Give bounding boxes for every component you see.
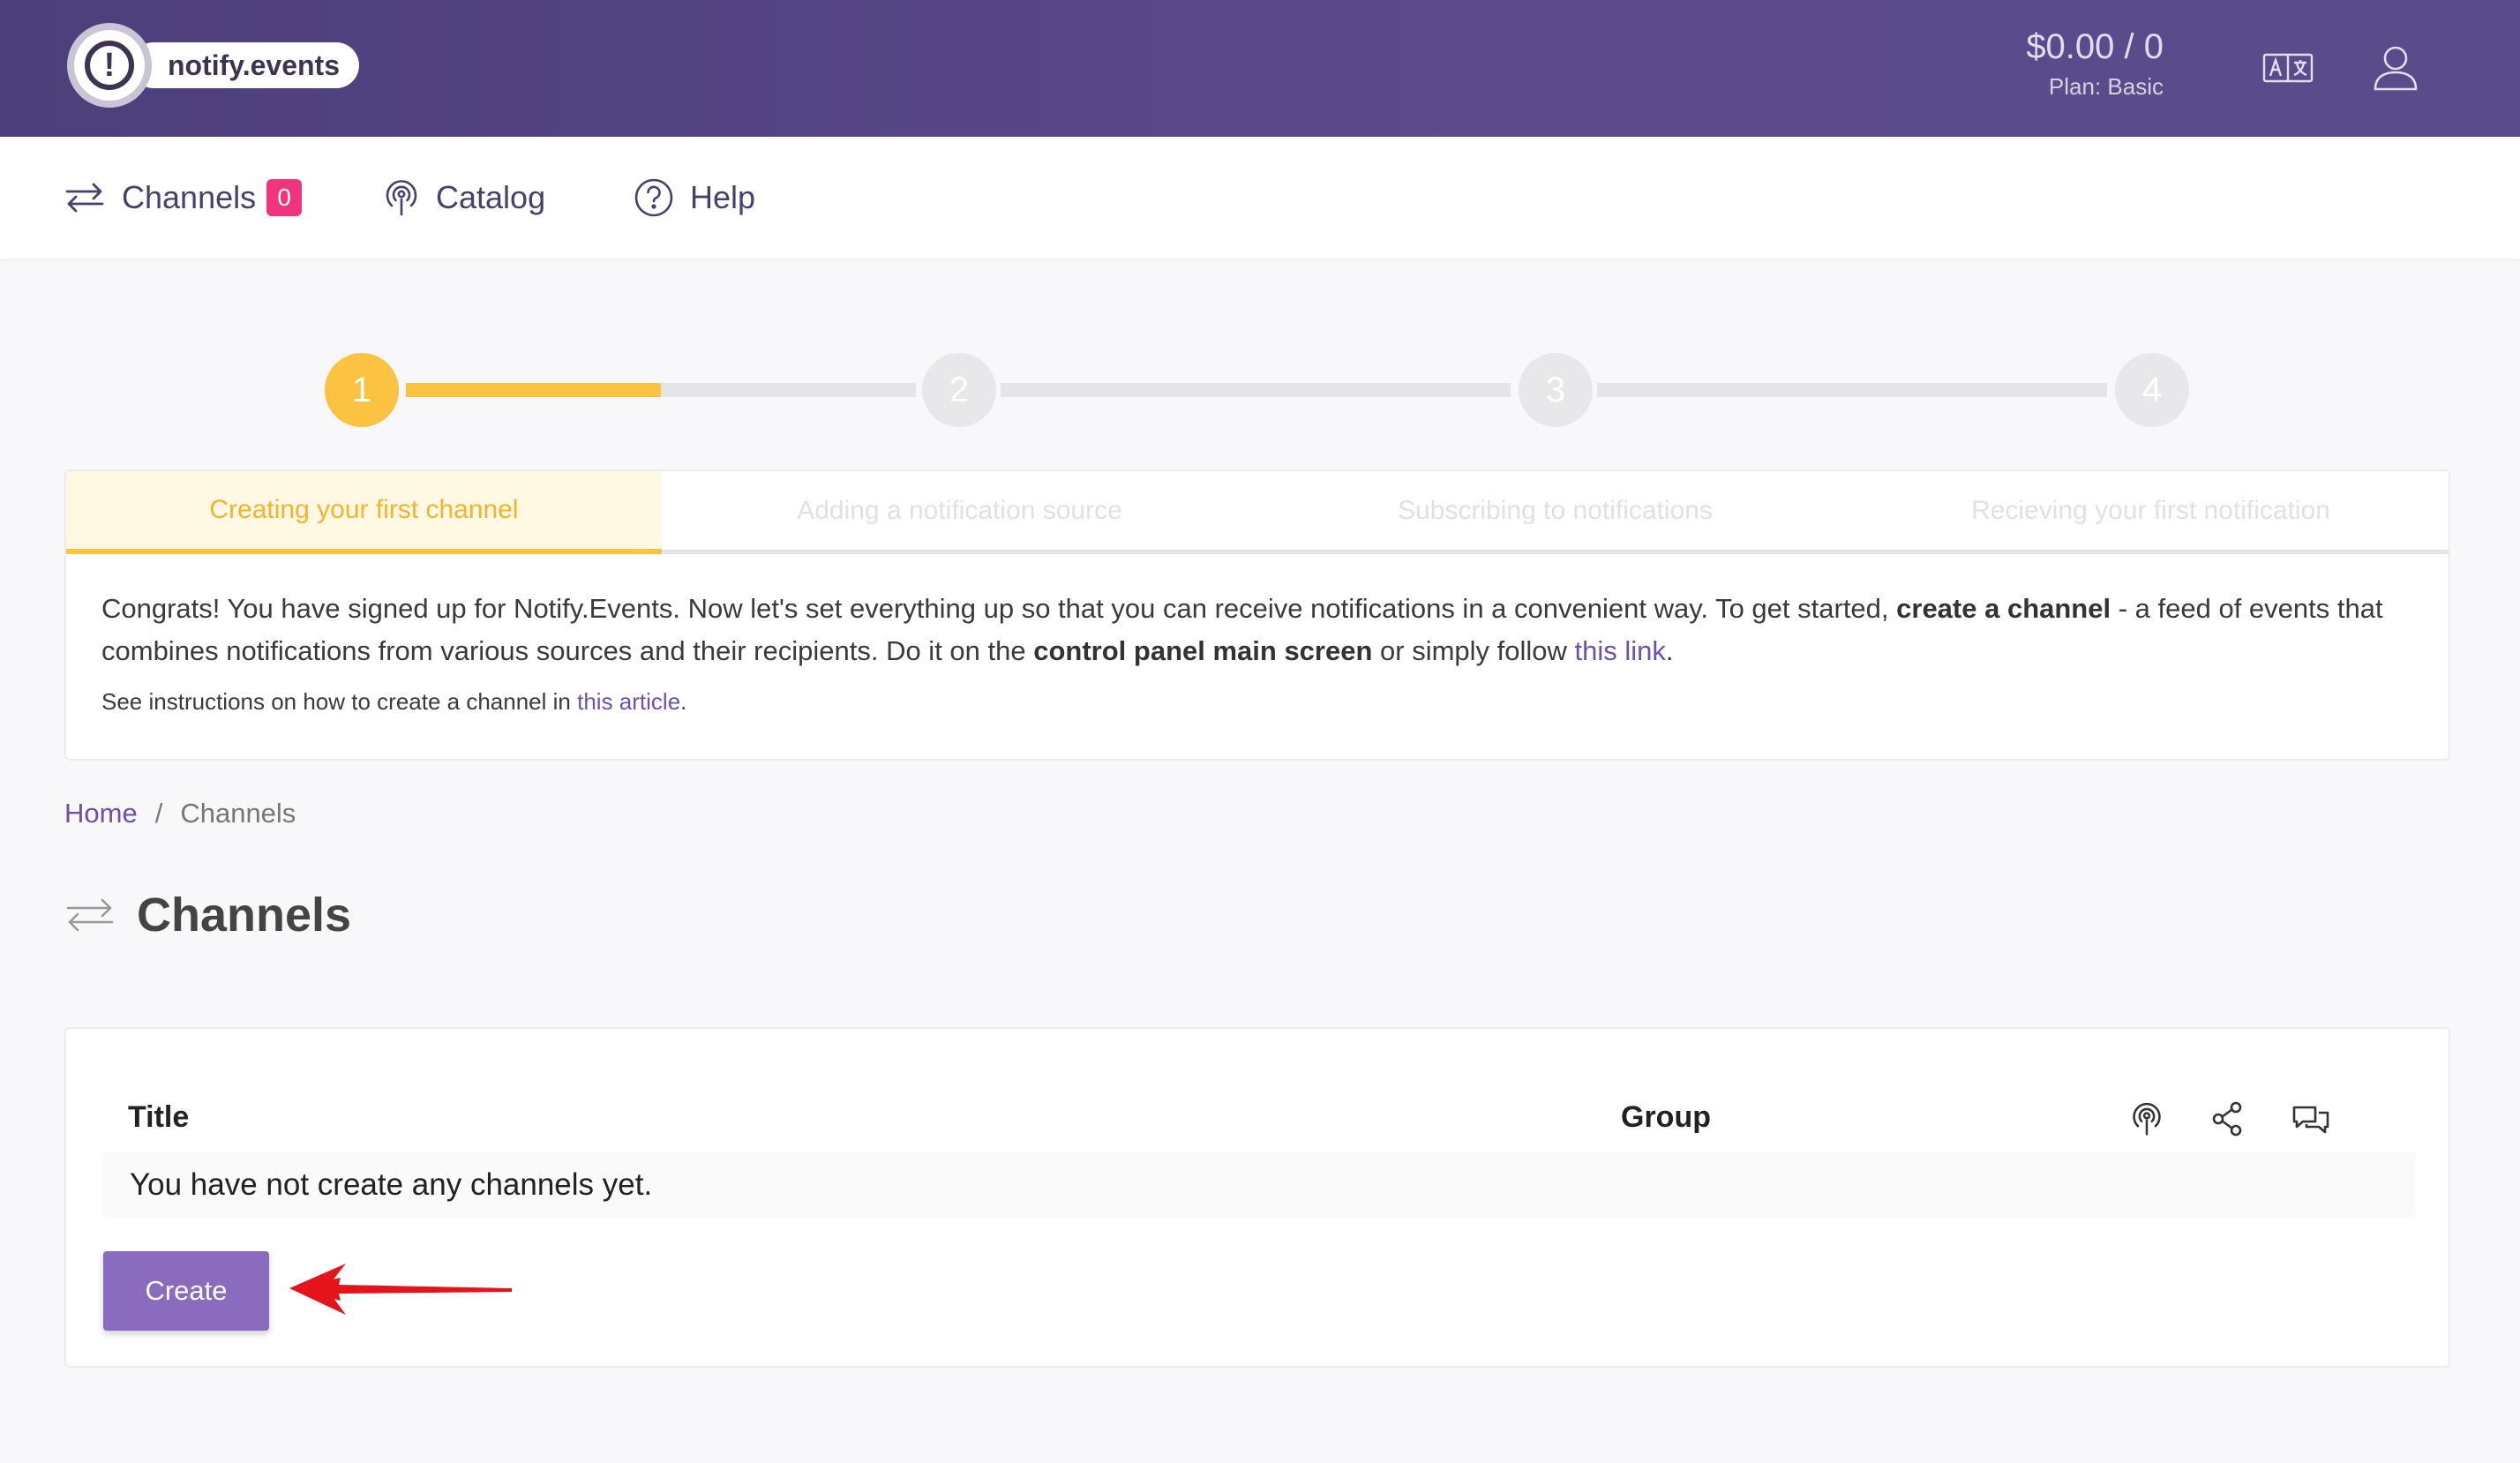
chat-bubbles-icon [2290,1098,2332,1140]
page-title: Channels [64,888,351,942]
tab-creating-channel[interactable]: Creating your first channel [66,471,662,554]
column-title[interactable]: Title [128,1082,189,1152]
bold-control-panel: control panel main screen [1033,635,1373,666]
table-header: Title Group [66,1082,2449,1152]
step-1[interactable]: 1 [325,353,399,427]
nav-item-help[interactable]: Help [634,137,755,259]
step-4[interactable]: 4 [2115,353,2189,427]
translate-icon[interactable] [2259,39,2317,97]
balance-amount: $0.00 / 0 [2026,27,2164,66]
annotation-arrow-icon [289,1264,512,1315]
breadcrumb-separator: / [154,798,163,829]
column-group[interactable]: Group [1621,1082,1711,1152]
this-link[interactable]: this link [1575,635,1666,666]
instructions-note: See instructions on how to create a chan… [101,688,687,715]
breadcrumb-current: Channels [180,798,296,829]
logo[interactable]: ! notify.events [67,21,359,109]
onboarding-panel: Creating your first channel Adding a not… [64,469,2450,761]
user-icon[interactable] [2366,39,2425,97]
top-header: ! notify.events $0.00 / 0 Plan: Basic [0,0,2520,137]
arrows-exchange-icon [66,898,114,932]
step-3[interactable]: 3 [1519,353,1593,427]
empty-table-message: You have not create any channels yet. [103,1152,2415,1218]
channels-count-badge: 0 [266,179,303,216]
breadcrumb-home[interactable]: Home [64,798,138,829]
breadcrumb: Home / Channels [64,798,296,829]
create-channel-button[interactable]: Create [103,1251,269,1331]
step-progress-fill [406,383,661,397]
podcast-icon [2126,1098,2168,1140]
share-icon [2207,1098,2249,1140]
nav-item-catalog[interactable]: Catalog [383,137,545,259]
arrows-exchange-icon [65,183,104,213]
balance-widget[interactable]: $0.00 / 0 Plan: Basic [2026,25,2164,104]
tab-subscribing[interactable]: Subscribing to notifications [1257,471,1853,550]
plan-label: Plan: Basic [2048,73,2164,100]
podcast-icon [386,180,417,216]
logo-icon: ! [67,23,152,108]
bold-create-channel: create a channel [1896,593,2111,624]
step-2[interactable]: 2 [922,353,996,427]
nav-item-channels[interactable]: Channels 0 [64,137,303,259]
main-nav: Channels 0 Catalog Help [0,137,2520,259]
tab-adding-source[interactable]: Adding a notification source [662,471,1257,550]
nav-label-channels: Channels [122,179,257,215]
logo-text: notify.events [131,42,359,88]
onboarding-intro-text: Congrats! You have signed up for Notify.… [101,593,2383,666]
nav-label-help: Help [690,179,756,215]
step-connector-3 [1597,383,2107,397]
this-article-link[interactable]: this article [577,688,680,715]
question-circle-icon [634,178,673,217]
tab-receiving[interactable]: Recieving your first notification [1853,471,2449,550]
page-title-text: Channels [137,889,352,942]
nav-label-catalog: Catalog [436,179,546,215]
step-connector-2 [1001,383,1511,397]
onboarding-tabs: Creating your first channel Adding a not… [66,471,2449,554]
